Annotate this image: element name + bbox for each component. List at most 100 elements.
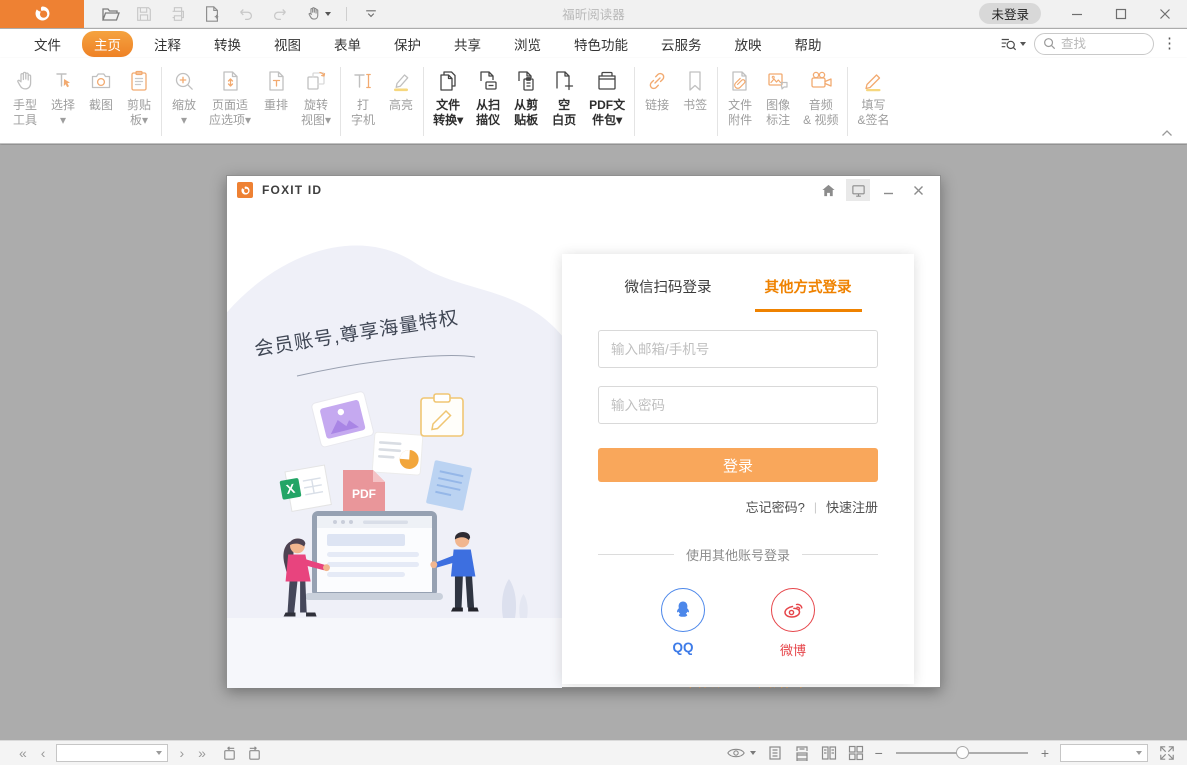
ribbon-item-convert-files[interactable]: 文件 转换▾ (427, 62, 469, 141)
last-page-icon[interactable]: » (191, 746, 213, 760)
customize-toolbar-icon[interactable] (359, 3, 383, 25)
agreement-separator: | (736, 686, 740, 689)
dialog-feedback-icon[interactable] (846, 179, 870, 201)
tab-share[interactable]: 共享 (442, 31, 493, 57)
continuous-page-icon[interactable] (794, 745, 810, 761)
ribbon-item-fit-page[interactable]: 页面适 应选项▾ (203, 62, 257, 141)
single-page-icon[interactable] (767, 745, 783, 761)
ribbon-item-typewriter[interactable]: 打 字机 (344, 62, 382, 141)
hand-mode-caret-icon (325, 12, 331, 16)
ribbon-item-file-attachment[interactable]: 文件 附件 (721, 62, 759, 141)
ribbon-item-label: 剪贴 板▾ (127, 98, 151, 128)
new-document-icon[interactable] (200, 3, 224, 25)
dialog-close-icon[interactable] (906, 179, 930, 201)
ribbon-item-blank-page[interactable]: 空 白页 (545, 62, 583, 141)
ribbon-item-highlight[interactable]: 高亮 (382, 62, 420, 141)
user-agreement-link[interactable]: 用户协议 (670, 683, 724, 688)
ribbon-item-reflow[interactable]: 重排 (257, 62, 295, 141)
ribbon-item-image-annotation[interactable]: 图像 标注 (759, 62, 797, 141)
fill-sign-icon (860, 63, 886, 98)
ribbon-item-snapshot[interactable]: 截图 (82, 62, 120, 141)
ribbon-item-pdf-portfolio[interactable]: PDF文 件包▾ (583, 62, 631, 141)
tab-protect[interactable]: 保护 (382, 31, 433, 57)
ribbon-toolbar: 手型 工具 选择 ▾ 截图 剪贴 板▾ 缩放 ▾ 页面适 应选项▾ 重排 (0, 58, 1187, 144)
minimize-button[interactable] (1055, 0, 1099, 28)
ribbon-item-label: 选择 ▾ (51, 98, 75, 128)
quick-register-link[interactable]: 快速注册 (826, 497, 878, 516)
more-options-icon[interactable]: ⋮ (1162, 39, 1177, 49)
first-page-icon[interactable]: « (12, 746, 34, 760)
app-title: 福昕阅读器 (562, 4, 625, 23)
weibo-login-button[interactable]: 微博 (771, 588, 815, 659)
dialog-home-icon[interactable] (816, 179, 840, 201)
save-icon[interactable] (132, 3, 156, 25)
ribbon-item-fill-sign[interactable]: 填写 &签名 (851, 62, 895, 141)
undo-icon[interactable] (234, 3, 258, 25)
login-status-button[interactable]: 未登录 (979, 3, 1041, 24)
tab-browse[interactable]: 浏览 (502, 31, 553, 57)
login-button[interactable]: 登录 (598, 448, 878, 482)
account-input[interactable] (611, 342, 865, 357)
ribbon-item-audio-video[interactable]: 音频 & 视频 (797, 62, 844, 141)
ribbon-item-zoom[interactable]: 缩放 ▾ (165, 62, 203, 141)
tab-form[interactable]: 表单 (322, 31, 373, 57)
tab-cloud[interactable]: 云服务 (649, 31, 714, 57)
facing-continuous-icon[interactable] (848, 745, 864, 761)
tab-features[interactable]: 特色功能 (562, 31, 640, 57)
zoom-slider[interactable] (896, 752, 1028, 754)
page-number-input[interactable] (62, 746, 156, 760)
password-input[interactable] (611, 398, 865, 413)
print-icon[interactable] (166, 3, 190, 25)
tab-file[interactable]: 文件 (22, 31, 73, 57)
fullscreen-icon[interactable] (1159, 745, 1175, 761)
page-number-box[interactable] (56, 744, 168, 762)
ribbon-item-link[interactable]: 链接 (638, 62, 676, 141)
view-mode-caret-icon[interactable] (750, 751, 756, 755)
tab-help[interactable]: 帮助 (783, 31, 834, 57)
next-page-icon[interactable]: › (172, 746, 191, 760)
ribbon-item-hand-tool[interactable]: 手型 工具 (6, 62, 44, 141)
ribbon-item-clipboard[interactable]: 剪贴 板▾ (120, 62, 158, 141)
zoom-out-icon[interactable]: − (875, 746, 883, 760)
ribbon-item-rotate-view[interactable]: 旋转 视图▾ (295, 62, 337, 141)
redo-icon[interactable] (268, 3, 292, 25)
view-mode-icon[interactable] (726, 746, 746, 760)
close-button[interactable] (1143, 0, 1187, 28)
tab-view[interactable]: 视图 (262, 31, 313, 57)
tab-comment[interactable]: 注释 (142, 31, 193, 57)
tab-present[interactable]: 放映 (723, 31, 774, 57)
ribbon-collapse-icon[interactable] (1161, 129, 1173, 137)
ribbon-item-from-clipboard[interactable]: 从剪 贴板 (507, 62, 545, 141)
privacy-policy-link[interactable]: 隐私策略 (752, 683, 806, 688)
search-input[interactable] (1061, 37, 1131, 51)
ribbon-item-select[interactable]: 选择 ▾ (44, 62, 82, 141)
zoom-level-box[interactable] (1060, 744, 1148, 762)
link-icon (644, 63, 670, 98)
typewriter-icon (350, 63, 376, 98)
previous-view-icon[interactable] (221, 745, 238, 762)
search-box[interactable] (1034, 33, 1154, 55)
open-file-icon[interactable] (98, 3, 122, 25)
tab-home[interactable]: 主页 (82, 31, 133, 57)
dialog-foxit-logo (237, 182, 253, 198)
forgot-password-link[interactable]: 忘记密码? (746, 497, 805, 516)
ribbon-group-tools: 手型 工具 选择 ▾ 截图 剪贴 板▾ (6, 62, 158, 141)
zoom-level-input[interactable] (1066, 746, 1136, 760)
dialog-minimize-icon[interactable] (876, 179, 900, 201)
zoom-slider-handle[interactable] (956, 746, 969, 759)
find-options-icon[interactable] (999, 35, 1026, 53)
tab-convert[interactable]: 转换 (202, 31, 253, 57)
ribbon-group-comment: 打 字机 高亮 (344, 62, 420, 141)
tab-wechat-login[interactable]: 微信扫码登录 (598, 276, 738, 312)
maximize-button[interactable] (1099, 0, 1143, 28)
tab-other-login[interactable]: 其他方式登录 (738, 276, 878, 312)
previous-page-icon[interactable]: ‹ (34, 746, 53, 760)
facing-pages-icon[interactable] (821, 745, 837, 761)
ribbon-item-from-scanner[interactable]: 从扫 描仪 (469, 62, 507, 141)
zoom-in-icon[interactable]: + (1041, 746, 1049, 760)
ribbon-item-bookmark[interactable]: 书签 (676, 62, 714, 141)
from-scanner-icon (475, 63, 501, 98)
hand-mode-icon[interactable] (302, 3, 334, 25)
qq-login-button[interactable]: QQ (661, 588, 705, 659)
next-view-icon[interactable] (246, 745, 263, 762)
